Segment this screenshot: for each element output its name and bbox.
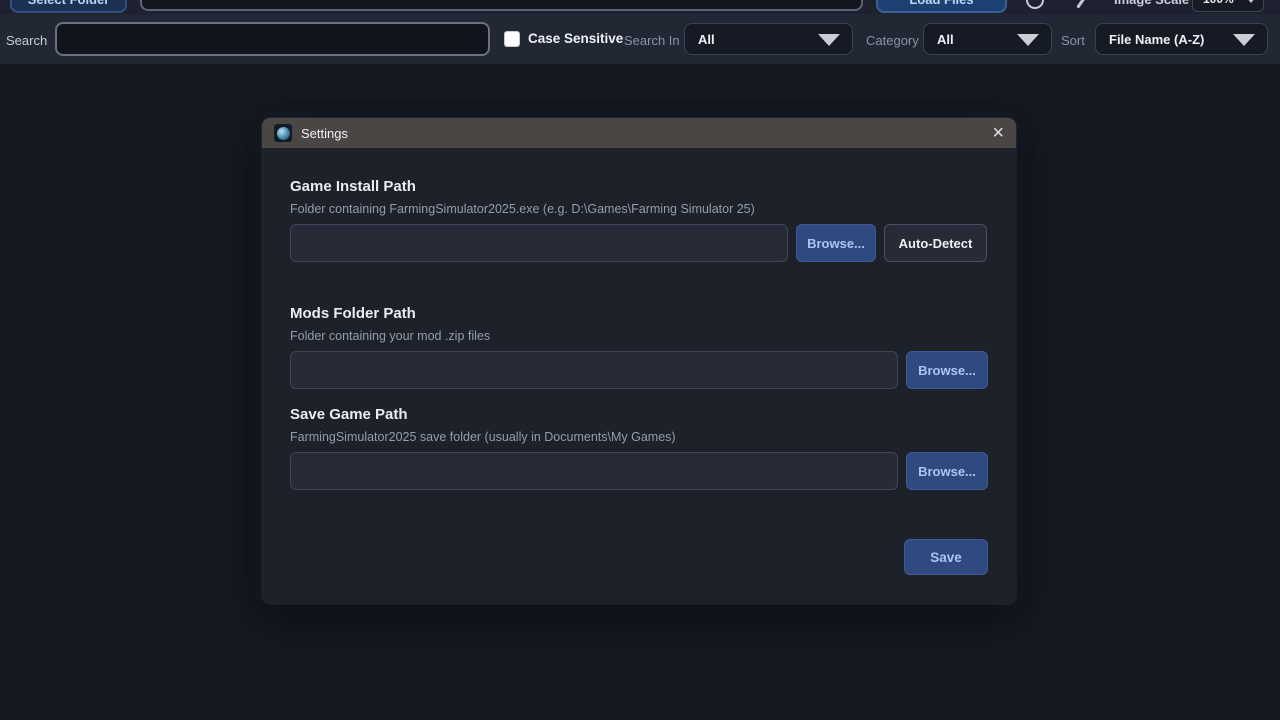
search-input[interactable] [55,22,490,56]
section-row: Browse... Auto-Detect [290,224,988,262]
search-in-value: All [698,32,715,47]
browse-button[interactable]: Browse... [906,452,988,490]
browse-button[interactable]: Browse... [796,224,876,262]
section-row: Browse... [290,452,988,490]
chevron-down-icon [818,34,840,46]
settings-dialog: Settings × Game Install Path Folder cont… [262,118,1016,604]
load-files-button[interactable]: Load Files [876,0,1007,13]
section-heading: Save Game Path [290,407,988,422]
category-value: All [937,32,954,47]
sort-label: Sort [1061,33,1085,48]
mods-folder-path-input[interactable] [290,351,898,389]
search-label: Search [6,33,47,48]
image-scale-select[interactable]: 100% [1192,0,1264,12]
image-scale-value: 100% [1203,0,1234,6]
search-in-select[interactable]: All [684,23,853,55]
folder-path-input[interactable] [140,0,863,11]
chevron-down-icon [1233,34,1255,46]
section-heading: Game Install Path [290,179,988,194]
case-sensitive-checkbox[interactable] [504,31,520,47]
save-row: Save [290,539,988,575]
settings-app-icon [274,124,292,142]
category-label: Category [866,33,919,48]
section-description: Folder containing your mod .zip files [290,329,988,344]
filter-bar: Search Case Sensitive Search In All Cate… [0,14,1280,64]
section-row: Browse... [290,351,988,389]
dialog-titlebar[interactable]: Settings × [262,118,1016,148]
sort-select[interactable]: File Name (A-Z) [1095,23,1268,55]
auto-detect-button[interactable]: Auto-Detect [884,224,987,262]
case-sensitive-label: Case Sensitive [528,31,623,46]
globe-logo-icon [277,127,290,140]
mods-folder-path-section: Mods Folder Path Folder containing your … [290,306,988,389]
save-button[interactable]: Save [904,539,988,575]
save-game-path-input[interactable] [290,452,898,490]
game-install-path-input[interactable] [290,224,788,262]
image-scale-label: Image Scale [1114,0,1189,8]
close-icon[interactable]: × [992,123,1004,143]
section-description: FarmingSimulator2025 save folder (usuall… [290,430,988,445]
chevron-down-icon [1017,34,1039,46]
chevron-down-icon [1247,0,1255,3]
clock-icon[interactable] [1026,0,1044,9]
dialog-title: Settings [301,126,348,141]
game-install-path-section: Game Install Path Folder containing Farm… [290,179,988,262]
magnifier-icon[interactable] [1076,0,1086,9]
top-toolbar: Select Folder Load Files Image Scale 100… [0,0,1280,14]
section-description: Folder containing FarmingSimulator2025.e… [290,202,988,217]
select-folder-button[interactable]: Select Folder [10,0,127,13]
dialog-body: Game Install Path Folder containing Farm… [262,148,1016,575]
browse-button[interactable]: Browse... [906,351,988,389]
search-in-label: Search In [624,33,680,48]
section-heading: Mods Folder Path [290,306,988,321]
sort-value: File Name (A-Z) [1109,32,1204,47]
save-game-path-section: Save Game Path FarmingSimulator2025 save… [290,407,988,490]
category-select[interactable]: All [923,23,1052,55]
